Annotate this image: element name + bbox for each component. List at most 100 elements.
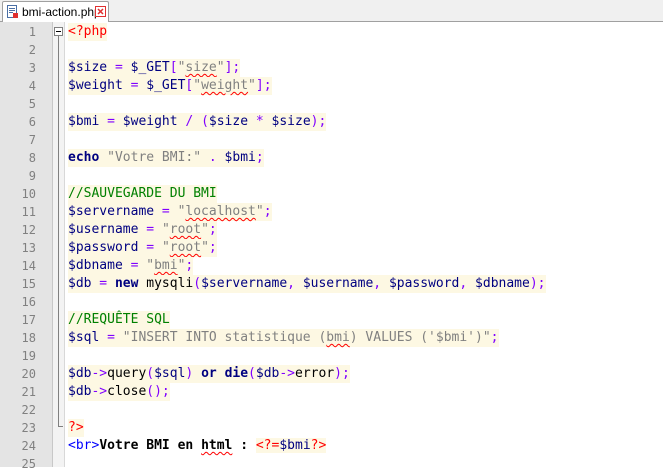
code-text: //SAUVEGARDE DU BMI [68, 185, 217, 203]
code-token: ?> [310, 438, 327, 453]
line-number: 10 [21, 187, 36, 201]
code-token: , [459, 276, 476, 291]
code-token: <?php [68, 24, 108, 39]
code-token: new [114, 276, 139, 291]
code-token: <br> [68, 438, 100, 453]
code-token: " [216, 60, 225, 75]
code-token: ); [529, 276, 546, 291]
code-line[interactable]: 8 echo "Votre BMI:" . $bmi; [0, 149, 663, 167]
code-line[interactable]: 21 $db->close(); [0, 383, 663, 401]
code-token: " [161, 240, 170, 255]
code-token: $size [68, 60, 108, 75]
code-line[interactable]: 12 $username = "root"; [0, 221, 663, 239]
code-token: <?= [255, 438, 280, 453]
code-token: ]; [224, 60, 241, 75]
code-line[interactable]: 5 [0, 95, 663, 113]
code-text: $servername = "localhost"; [68, 203, 272, 221]
code-line[interactable]: 10 //SAUVEGARDE DU BMI [0, 185, 663, 203]
line-number: 5 [28, 97, 36, 111]
code-token: Votre BMI en [99, 438, 202, 453]
tab-label: bmi-action.php [22, 5, 101, 19]
code-token: -> [279, 366, 296, 381]
code-token: ?> [68, 420, 84, 435]
code-token: ) VALUES ('$bmi')" [349, 330, 491, 345]
code-text: $username = "root"; [68, 221, 217, 239]
line-number: 2 [28, 43, 36, 57]
code-line[interactable]: 4 $weight = $_GET["weight"]; [0, 77, 663, 95]
code-token: " [201, 222, 209, 237]
code-token: = [122, 78, 147, 93]
code-token: ); [334, 366, 350, 381]
code-token: ( [193, 276, 202, 291]
line-number: 22 [21, 403, 36, 417]
code-line[interactable]: 19 [0, 347, 663, 365]
code-line[interactable]: 2 [0, 41, 663, 59]
code-token: $sql [154, 366, 186, 381]
code-token: $size [208, 114, 249, 129]
line-number: 17 [21, 313, 36, 327]
code-token: $servername [68, 204, 155, 219]
code-line[interactable]: 1 <?php [0, 23, 663, 41]
code-token: $_GET [130, 60, 170, 75]
code-token: $db [68, 276, 92, 291]
line-number: 3 [28, 61, 36, 75]
code-line[interactable]: 7 [0, 131, 663, 149]
code-line[interactable]: 16 [0, 293, 663, 311]
tab-bmi-action[interactable]: bmi-action.php [2, 1, 109, 22]
code-token: ); [310, 114, 327, 129]
line-number: 21 [21, 385, 36, 399]
line-number: 12 [21, 223, 36, 237]
line-number: 16 [21, 295, 36, 309]
code-token: " [161, 222, 170, 237]
code-token: = [154, 204, 178, 219]
code-token: $password [388, 276, 460, 291]
code-token: query [107, 366, 147, 381]
code-token: " [248, 78, 256, 93]
code-token: ; [185, 258, 194, 273]
code-line[interactable]: 6 $bmi = $weight / ($size * $size); [0, 113, 663, 131]
code-token: or [201, 366, 217, 381]
code-token: root [169, 222, 202, 237]
code-text: $db = new mysqli($servername, $username,… [68, 275, 546, 293]
code-token: $db [68, 366, 92, 381]
code-token: "INSERT INTO statistique ( [122, 330, 327, 345]
code-line[interactable]: 23 ?> [0, 419, 663, 437]
code-token: root [169, 240, 202, 255]
code-line[interactable]: 14 $dbname = "bmi"; [0, 257, 663, 275]
code-line[interactable]: 22 [0, 401, 663, 419]
code-token: ; [208, 222, 217, 237]
code-token: . [201, 150, 225, 165]
code-line[interactable]: 15 $db = new mysqli($servername, $usernam… [0, 275, 663, 293]
code-token: = [122, 258, 147, 273]
code-token: close [107, 384, 147, 399]
code-token: "Votre BMI:" [107, 150, 202, 165]
line-number: 18 [21, 331, 36, 345]
code-line[interactable]: 18 $sql = "INSERT INTO statistique (bmi) … [0, 329, 663, 347]
code-token: / ( [177, 114, 209, 129]
code-line[interactable]: 17 //REQUÊTE SQL [0, 311, 663, 329]
code-text: $password = "root"; [68, 239, 217, 257]
code-line[interactable]: 24 <br>Votre BMI en html : <?=$bmi?> [0, 437, 663, 455]
code-token: $weight [122, 114, 178, 129]
code-line[interactable]: 11 $servername = "localhost"; [0, 203, 663, 221]
code-line[interactable]: 9 [0, 167, 663, 185]
code-token: " [193, 78, 202, 93]
code-token: = [99, 330, 123, 345]
code-line[interactable]: 13 $password = "root"; [0, 239, 663, 257]
code-text: $dbname = "bmi"; [68, 257, 194, 275]
code-text: <br>Votre BMI en html : <?=$bmi?> [68, 437, 327, 455]
code-token: $dbname [475, 276, 530, 291]
close-tab-icon[interactable] [95, 6, 106, 17]
code-token: ; [263, 204, 272, 219]
code-line[interactable]: 20 $db->query($sql) or die($db->error); [0, 365, 663, 383]
code-token: $password [68, 240, 139, 255]
code-text: $db->close(); [68, 383, 170, 401]
line-number: 7 [28, 133, 36, 147]
line-number: 14 [21, 259, 36, 273]
code-token: $username [302, 276, 374, 291]
code-editor[interactable]: 1 <?php 2 3 $size = $_GET["size"]; 4 $weight =… [0, 23, 663, 473]
code-line[interactable]: 25 [0, 455, 663, 473]
line-number: 13 [21, 241, 36, 255]
code-token: -> [91, 384, 108, 399]
code-line[interactable]: 3 $size = $_GET["size"]; [0, 59, 663, 77]
